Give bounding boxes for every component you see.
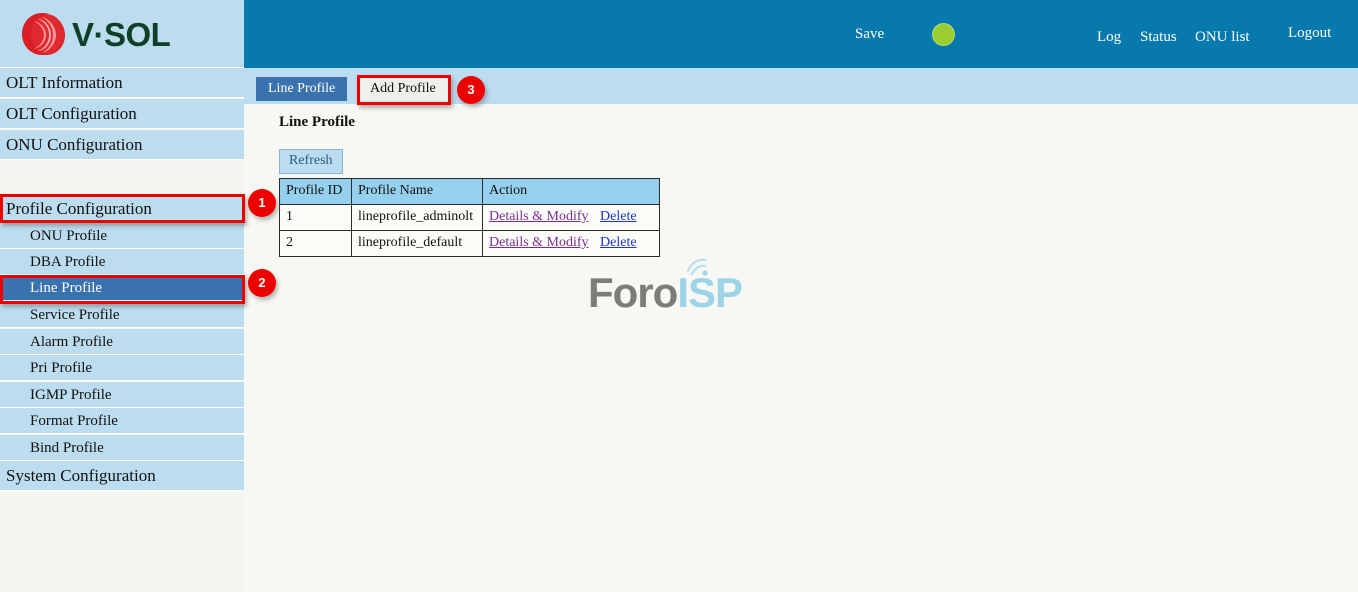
sidebar-item-label: Service Profile bbox=[30, 307, 120, 323]
table-header-row: Profile ID Profile Name Action bbox=[280, 179, 660, 205]
logout-link[interactable]: Logout bbox=[1288, 25, 1331, 42]
sidebar-item-line-profile[interactable]: Line Profile bbox=[0, 275, 244, 301]
sidebar-item-label: Pri Profile bbox=[30, 360, 92, 376]
green-status-circle-icon bbox=[933, 24, 954, 45]
column-header-action: Action bbox=[483, 179, 660, 205]
sidebar-item-onu-configuration[interactable]: ONU Configuration bbox=[0, 130, 244, 160]
vsol-swirl-logo-icon bbox=[20, 12, 66, 58]
cell-profile-name: lineprofile_adminolt bbox=[352, 205, 483, 231]
tab-line-profile[interactable]: Line Profile bbox=[256, 77, 347, 101]
column-header-profile-name: Profile Name bbox=[352, 179, 483, 205]
cell-action: Details & Modify Delete bbox=[483, 205, 660, 231]
details-and-modify-link[interactable]: Details & Modify bbox=[489, 209, 589, 224]
header-bar: Save Log Status ONU list Logout bbox=[244, 0, 1358, 68]
brand-logo-cell: V·SOL bbox=[0, 0, 244, 68]
sidebar-item-service-profile[interactable]: Service Profile bbox=[0, 302, 244, 328]
line-profile-table: Profile ID Profile Name Action 1 linepro… bbox=[279, 178, 660, 257]
log-link[interactable]: Log bbox=[1097, 29, 1121, 46]
sidebar-item-igmp-profile[interactable]: IGMP Profile bbox=[0, 382, 244, 408]
top-bar: V·SOL Save Log Status ONU list Logout bbox=[0, 0, 1358, 68]
sidebar-item-bind-profile[interactable]: Bind Profile bbox=[0, 435, 244, 461]
sidebar-item-label: System Configuration bbox=[6, 466, 156, 485]
sidebar-item-label: Bind Profile bbox=[30, 440, 104, 456]
details-and-modify-link[interactable]: Details & Modify bbox=[489, 235, 589, 250]
sidebar-item-label: OLT Information bbox=[6, 73, 123, 92]
delete-link[interactable]: Delete bbox=[600, 235, 637, 250]
sidebar-item-label: ONU Configuration bbox=[6, 135, 142, 154]
sidebar-item-alarm-profile[interactable]: Alarm Profile bbox=[0, 329, 244, 355]
refresh-button[interactable]: Refresh bbox=[279, 149, 343, 174]
cell-profile-id: 2 bbox=[280, 231, 352, 257]
tab-bar: Line Profile Add Profile bbox=[244, 68, 1358, 104]
sidebar-item-label: DBA Profile bbox=[30, 254, 105, 270]
sidebar-item-format-profile[interactable]: Format Profile bbox=[0, 408, 244, 434]
sidebar-item-olt-information[interactable]: OLT Information bbox=[0, 68, 244, 98]
sidebar-item-profile-configuration[interactable]: Profile Configuration bbox=[0, 194, 244, 224]
sidebar-item-label: Format Profile bbox=[30, 413, 118, 429]
onu-list-link[interactable]: ONU list bbox=[1195, 29, 1250, 46]
sidebar-item-label: ONU Profile bbox=[30, 228, 107, 244]
sidebar-item-system-configuration[interactable]: System Configuration bbox=[0, 461, 244, 491]
sidebar-item-label: Line Profile bbox=[30, 280, 102, 296]
table-row: 2 lineprofile_default Details & Modify D… bbox=[280, 231, 660, 257]
content-area: Line Profile Refresh Profile ID Profile … bbox=[244, 104, 1358, 592]
cell-profile-name: lineprofile_default bbox=[352, 231, 483, 257]
sidebar-item-label: Alarm Profile bbox=[30, 334, 113, 350]
sidebar-item-label: OLT Configuration bbox=[6, 104, 137, 123]
sidebar-item-label: IGMP Profile bbox=[30, 387, 112, 403]
sidebar-item-onu-profile[interactable]: ONU Profile bbox=[0, 223, 244, 249]
sidebar-item-olt-configuration[interactable]: OLT Configuration bbox=[0, 99, 244, 129]
sidebar-item-dba-profile[interactable]: DBA Profile bbox=[0, 249, 244, 275]
olt-web-management-page: V·SOL Save Log Status ONU list Logout Li… bbox=[0, 0, 1358, 592]
sidebar-item-label: Profile Configuration bbox=[6, 199, 152, 218]
table-row: 1 lineprofile_adminolt Details & Modify … bbox=[280, 205, 660, 231]
column-header-profile-id: Profile ID bbox=[280, 179, 352, 205]
cell-action: Details & Modify Delete bbox=[483, 231, 660, 257]
delete-link[interactable]: Delete bbox=[600, 209, 637, 224]
save-button[interactable]: Save bbox=[855, 26, 884, 43]
tab-add-profile[interactable]: Add Profile bbox=[358, 77, 448, 101]
sidebar-nav: OLT Information OLT Configuration ONU Co… bbox=[0, 68, 244, 491]
page-title: Line Profile bbox=[279, 114, 355, 131]
sidebar-item-pri-profile[interactable]: Pri Profile bbox=[0, 355, 244, 381]
brand-logo: V·SOL bbox=[20, 12, 230, 58]
cell-profile-id: 1 bbox=[280, 205, 352, 231]
brand-name: V·SOL bbox=[72, 15, 170, 55]
status-link[interactable]: Status bbox=[1140, 29, 1177, 46]
